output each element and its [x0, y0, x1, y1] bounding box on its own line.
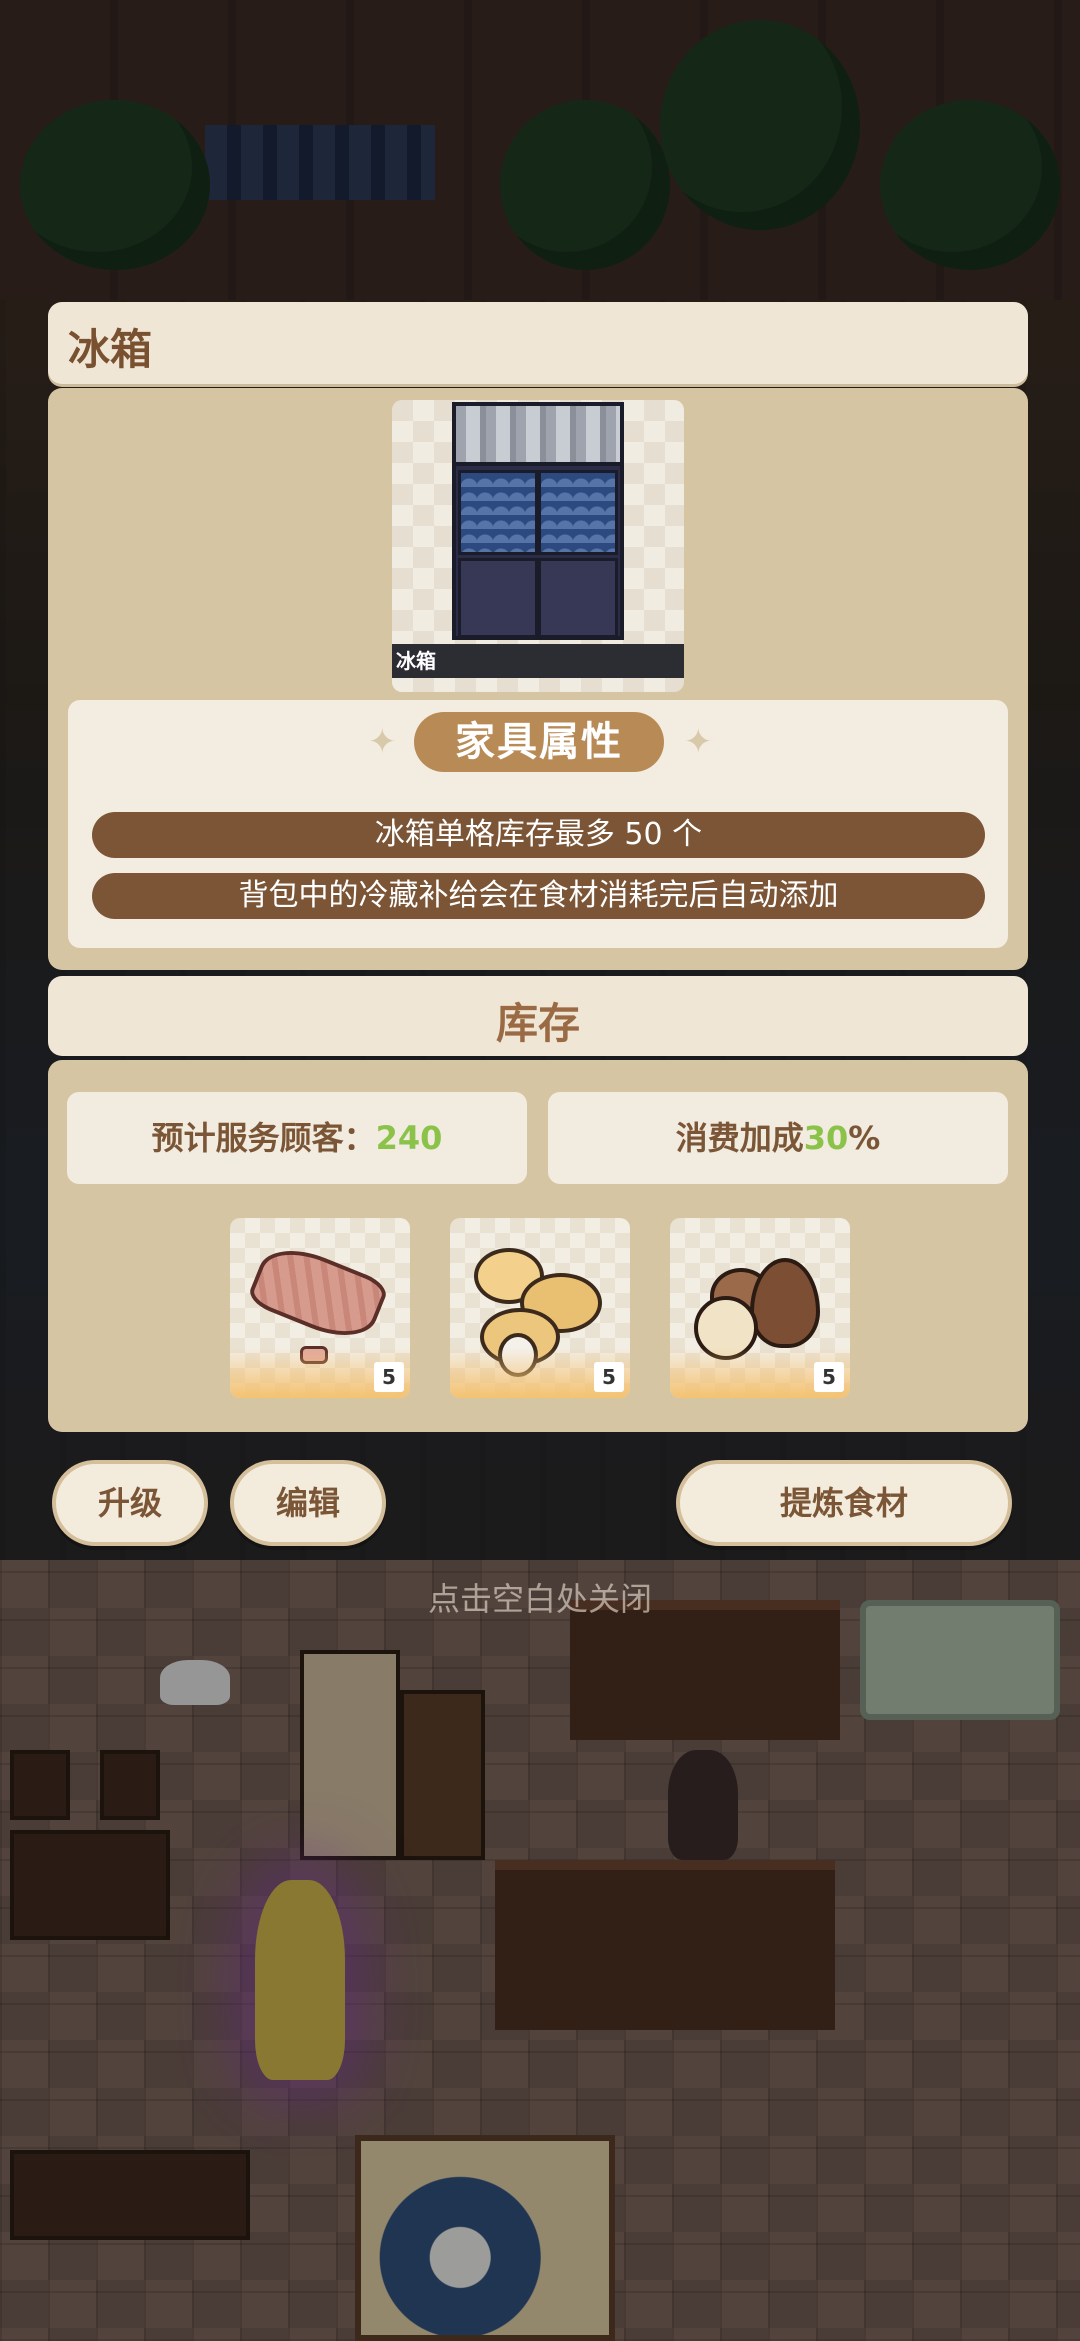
stock-slot-meat[interactable]: 5 — [230, 1218, 410, 1398]
upgrade-button[interactable]: 升级 — [52, 1460, 208, 1546]
served-customers-stat: 预计服务顾客：240 — [67, 1092, 527, 1184]
close-hint: 点击空白处关闭 — [427, 1580, 652, 1618]
consumption-bonus-stat: 消费加成30% — [548, 1092, 1008, 1184]
refine-ingredients-button[interactable]: 提炼食材 — [676, 1460, 1012, 1546]
consumption-bonus-value: 30 — [803, 1119, 849, 1157]
meat-icon — [245, 1236, 391, 1350]
edit-button[interactable]: 编辑 — [230, 1460, 386, 1546]
dialog-title: 冰箱 — [68, 325, 153, 374]
sparkle-icon: ✦ — [368, 722, 397, 762]
stock-title-bar: 库存 — [48, 976, 1028, 1056]
stock-count: 5 — [594, 1362, 624, 1392]
consumption-bonus-label: 消费加成 — [675, 1119, 804, 1157]
stock-slot-eggs[interactable]: 5 — [450, 1218, 630, 1398]
attribute-line: 背包中的冷藏补给会在食材消耗完后自动添加 — [92, 873, 985, 919]
attribute-line: 冰箱单格库存最多 50 个 — [92, 812, 985, 858]
consumption-bonus-suffix: % — [848, 1119, 881, 1157]
stock-count: 5 — [814, 1362, 844, 1392]
served-customers-value: 240 — [375, 1119, 443, 1157]
dialog-title-bar: 冰箱 — [48, 302, 1028, 384]
served-customers-label: 预计服务顾客： — [151, 1119, 376, 1157]
fridge-item-card: 冰箱 — [392, 400, 684, 692]
stock-slot-chestnut[interactable]: 5 — [670, 1218, 850, 1398]
item-name-label: 冰箱 — [392, 644, 684, 678]
sparkle-icon: ✦ — [684, 722, 713, 762]
attributes-title: 家具属性 — [414, 712, 664, 772]
stock-title: 库存 — [495, 999, 580, 1048]
stock-count: 5 — [374, 1362, 404, 1392]
fridge-icon — [452, 402, 624, 640]
